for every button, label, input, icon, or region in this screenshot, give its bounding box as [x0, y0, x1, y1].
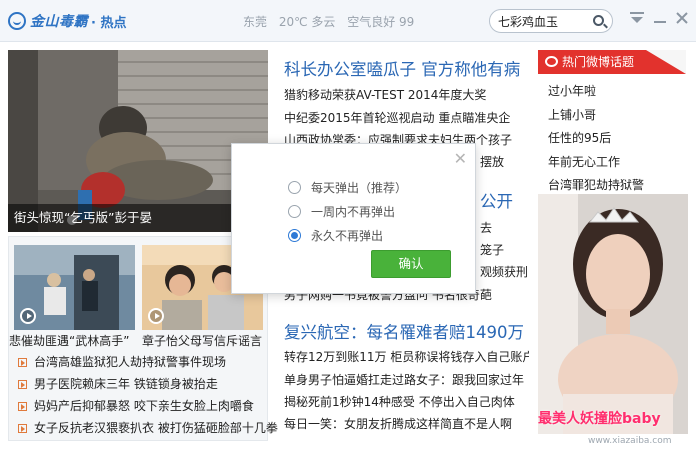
search-icon[interactable]: [593, 15, 604, 26]
news-link[interactable]: 观频获刑: [480, 263, 535, 280]
weibo-topic-link[interactable]: 过小年啦: [548, 82, 688, 106]
logo-section-label: · 热点: [91, 15, 127, 31]
featured-photo[interactable]: 最美人妖撞脸baby: [538, 194, 688, 434]
list-item[interactable]: 台湾高雄监狱犯人劫持狱警事件现场: [18, 353, 263, 375]
option-daily[interactable]: 每天弹出（推荐）: [288, 178, 407, 196]
news-link[interactable]: 单身男子怕逼婚扛走过路女子：跟我回家过年: [284, 371, 529, 388]
featured-caption[interactable]: 最美人妖撞脸baby: [538, 408, 688, 428]
app-logo[interactable]: 金山毒霸 · 热点: [8, 11, 126, 31]
close-window-icon[interactable]: [672, 10, 692, 30]
close-icon[interactable]: ✕: [454, 151, 467, 167]
weibo-topics-header: 热门微博话题: [538, 50, 686, 74]
logo-text: 金山毒霸: [30, 14, 88, 30]
news-link[interactable]: 每日一笑：女朋友折腾成这样简直不是人啊: [284, 415, 529, 432]
news-link[interactable]: 去: [480, 219, 530, 236]
list-item[interactable]: 女子反抗老汉猥亵扒衣 被打伤猛砸脸部十几拳: [18, 419, 278, 441]
featured-photo-image: [538, 194, 688, 434]
headline-3[interactable]: 复兴航空：每名罹难者赔1490万: [284, 319, 534, 343]
list-item-text: 妈妈产后抑郁暴怒 咬下亲生女脸上肉嚼食: [34, 399, 254, 413]
radio-button-selected[interactable]: [288, 228, 301, 242]
hero-caption[interactable]: 街头惊现“乞丐版”彭于晏: [8, 204, 268, 232]
list-item-text: 男子医院赖床三年 铁链锁身被抬走: [34, 377, 218, 391]
radio-button[interactable]: [288, 204, 301, 218]
news-link[interactable]: 转存12万到账11万 柜员称误将钱存入自己账户: [284, 348, 529, 365]
weibo-topics-title: 热门微博话题: [562, 55, 635, 69]
list-item[interactable]: 妈妈产后抑郁暴怒 咬下亲生女脸上肉嚼食: [18, 397, 263, 419]
news-link[interactable]: 摆放: [480, 153, 530, 170]
top-bar: 金山毒霸 · 热点 东莞 20℃ 多云 空气良好 99: [0, 0, 696, 42]
list-item-text: 女子反抗老汉猥亵扒衣 被打伤猛砸脸部十几拳: [34, 421, 278, 435]
weather-city: 东莞: [243, 15, 268, 29]
video-caption[interactable]: 悲催劫匪遇“武林高手”: [9, 332, 129, 349]
duba-logo-icon: [8, 12, 26, 30]
search-box: [489, 9, 613, 33]
popup-frequency-dialog: ✕ 每天弹出（推荐） 一周内不再弹出 永久不再弹出 确认: [231, 143, 476, 294]
minimize-icon[interactable]: [650, 10, 670, 30]
weibo-icon: [545, 56, 558, 67]
weather-temp: 20℃ 多云: [278, 15, 336, 29]
weibo-topic-link[interactable]: 任性的95后: [548, 129, 688, 153]
search-input[interactable]: [498, 13, 588, 29]
weibo-topics-list: 过小年啦 上铺小哥 任性的95后 年前无心工作 台湾罪犯劫持狱警: [548, 82, 688, 200]
play-icon: [20, 308, 36, 324]
weibo-topic-link[interactable]: 上铺小哥: [548, 106, 688, 130]
menu-icon[interactable]: [627, 10, 647, 30]
weather-info[interactable]: 东莞 20℃ 多云 空气良好 99: [243, 13, 422, 30]
arrow-bullet-icon: [18, 380, 27, 389]
watermark-text: www.xiazaiba.com: [588, 436, 672, 446]
option-label: 一周内不再弹出: [311, 204, 396, 219]
video-caption[interactable]: 章子怡父母写信斥谣言: [142, 332, 262, 349]
news-link[interactable]: 揭秘死前1秒钟14种感受 不停出入自己肉体: [284, 393, 529, 410]
video-news-box: 悲催劫匪遇“武林高手” 章子怡父母写信斥谣言 台湾高雄监狱犯人劫持狱警事件现场 …: [8, 236, 278, 441]
news-link[interactable]: 笼子: [480, 241, 530, 258]
video-thumb[interactable]: [14, 245, 135, 330]
arrow-bullet-icon: [18, 402, 27, 411]
play-icon: [148, 308, 164, 324]
option-weekly[interactable]: 一周内不再弹出: [288, 202, 395, 220]
news-link[interactable]: 中纪委2015年首轮巡视启动 重点瞄准央企: [284, 109, 529, 126]
hero-news-image[interactable]: 街头惊现“乞丐版”彭于晏: [8, 50, 268, 232]
weather-air: 空气良好 99: [347, 15, 415, 29]
weibo-topic-link[interactable]: 年前无心工作: [548, 153, 688, 177]
list-item[interactable]: 男子医院赖床三年 铁链锁身被抬走: [18, 375, 263, 397]
option-label: 每天弹出（推荐）: [311, 180, 408, 195]
arrow-bullet-icon: [18, 358, 27, 367]
list-item-text: 台湾高雄监狱犯人劫持狱警事件现场: [34, 355, 227, 369]
news-link[interactable]: 猎豹移动荣获AV-TEST 2014年度大奖: [284, 86, 529, 103]
option-never[interactable]: 永久不再弹出: [288, 226, 383, 244]
arrow-bullet-icon: [18, 424, 27, 433]
news-list: 台湾高雄监狱犯人劫持狱警事件现场 男子医院赖床三年 铁链锁身被抬走 妈妈产后抑郁…: [18, 353, 278, 441]
headline-2[interactable]: 公开: [480, 188, 530, 212]
headline-1[interactable]: 科长办公室嗑瓜子 官方称他有病: [284, 56, 534, 80]
confirm-button[interactable]: 确认: [371, 250, 451, 278]
option-label: 永久不再弹出: [311, 228, 384, 243]
radio-button[interactable]: [288, 180, 301, 194]
